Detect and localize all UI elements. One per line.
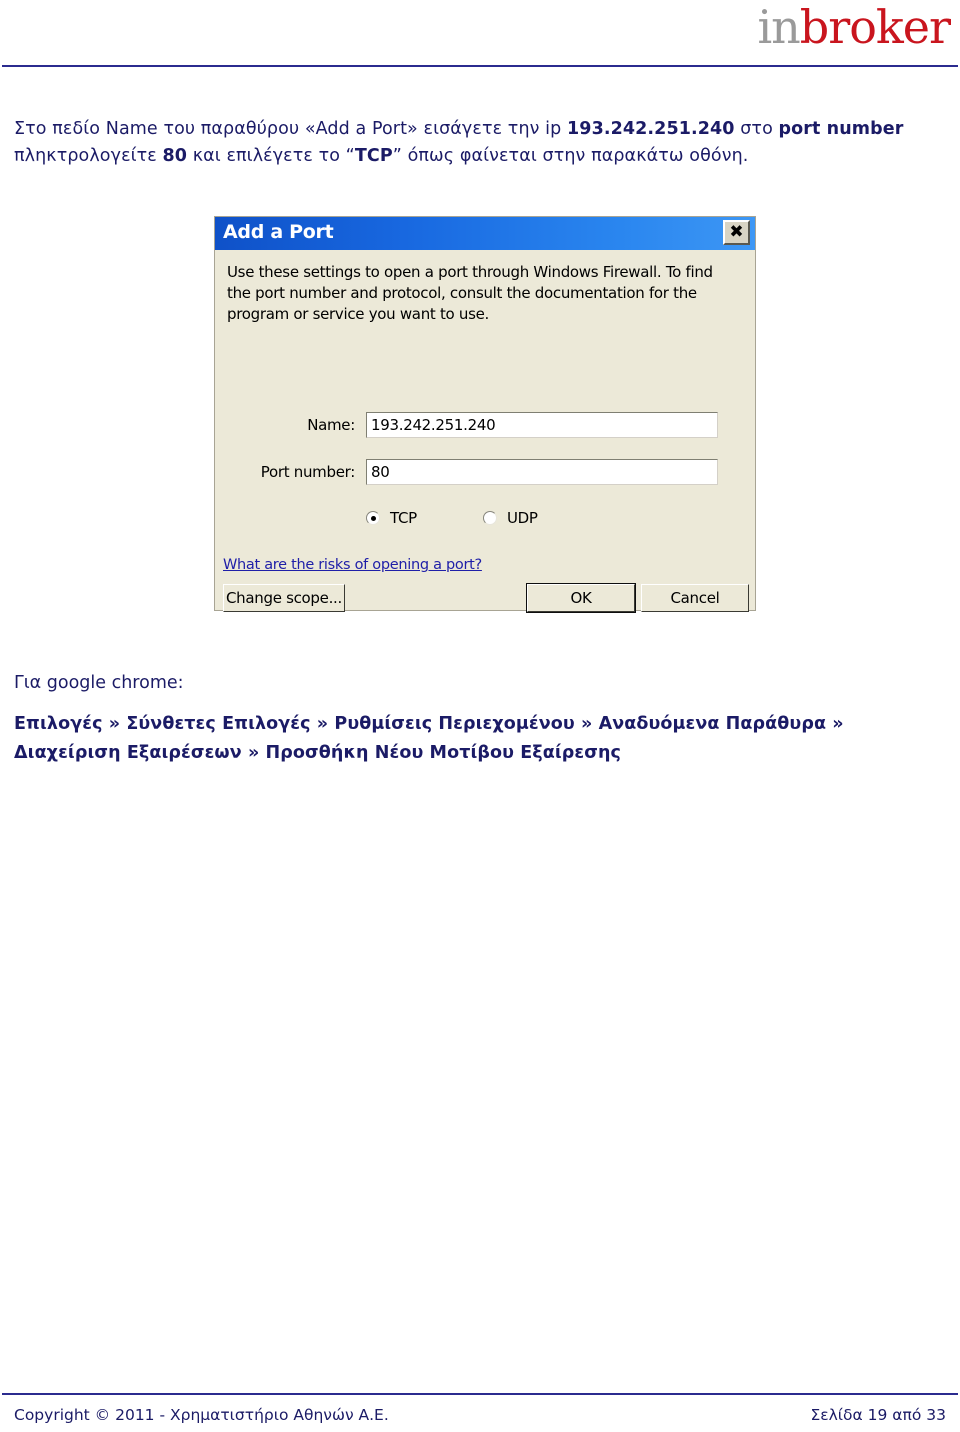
dialog-body: Use these settings to open a port throug…: [215, 250, 757, 613]
dialog-description: Use these settings to open a port throug…: [227, 263, 713, 323]
port-number-input[interactable]: 80: [366, 459, 718, 485]
intro-text-part5: ” όπως φαίνεται στην παρακάτω οθόνη.: [392, 145, 749, 166]
port-number-field-label: Port number:: [260, 463, 356, 481]
radio-label-udp: UDP: [507, 509, 538, 527]
intro-text-part3: πληκτρολογείτε: [14, 145, 163, 166]
radio-unselected-icon[interactable]: [483, 511, 497, 525]
footer-page-number: Σελίδα 19 από 33: [810, 1406, 946, 1424]
intro-text-part1: Στο πεδίο Name του παραθύρου «Add a Port…: [14, 118, 568, 139]
intro-paragraph: Στο πεδίο Name του παραθύρου «Add a Port…: [14, 116, 950, 170]
change-scope-button[interactable]: Change scope...: [223, 584, 345, 612]
cancel-button[interactable]: Cancel: [641, 584, 749, 612]
name-field-row: Name: 193.242.251.240: [215, 412, 757, 442]
radio-label-tcp: TCP: [390, 509, 417, 527]
add-a-port-dialog: Add a Port ✖ Use these settings to open …: [214, 216, 757, 613]
ok-button[interactable]: OK: [526, 583, 636, 613]
footer-divider: [2, 1393, 958, 1395]
protocol-radio-group: TCP UDP: [215, 508, 757, 532]
footer-copyright: Copyright © 2011 - Χρηματιστήριο Αθηνών …: [14, 1406, 389, 1424]
chrome-path-line-1: Επιλογές » Σύνθετες Επιλογές » Ρυθμίσεις…: [14, 714, 844, 734]
intro-ip-value: 193.242.251.240: [567, 118, 735, 139]
intro-text-part2: στο: [734, 118, 779, 139]
intro-port-number-label: port number: [778, 118, 904, 139]
radio-selected-icon[interactable]: [366, 511, 380, 525]
dialog-titlebar: Add a Port ✖: [215, 217, 755, 250]
close-icon[interactable]: ✖: [723, 220, 750, 245]
risks-help-link[interactable]: What are the risks of opening a port?: [223, 557, 482, 573]
dialog-title: Add a Port: [223, 221, 334, 243]
chrome-settings-path: Επιλογές » Σύνθετες Επιλογές » Ρυθμίσεις…: [14, 710, 914, 768]
logo-text-broker: broker: [799, 0, 951, 54]
chrome-path-line-2: Διαχείριση Εξαιρέσεων » Προσθήκη Νέου Μο…: [14, 743, 622, 763]
page-header: inbroker: [0, 0, 960, 68]
logo-text-in: in: [757, 0, 800, 54]
intro-port-value: 80: [162, 145, 188, 166]
chrome-intro-text: Για google chrome:: [14, 673, 184, 693]
intro-text-part4: και επιλέγετε το “: [187, 145, 355, 166]
name-input[interactable]: 193.242.251.240: [366, 412, 718, 438]
brand-logo: inbroker: [757, 0, 951, 54]
header-divider: [2, 65, 958, 67]
intro-tcp-value: TCP: [354, 145, 393, 166]
port-number-field-row: Port number: 80: [215, 459, 757, 489]
name-field-label: Name:: [307, 416, 355, 434]
